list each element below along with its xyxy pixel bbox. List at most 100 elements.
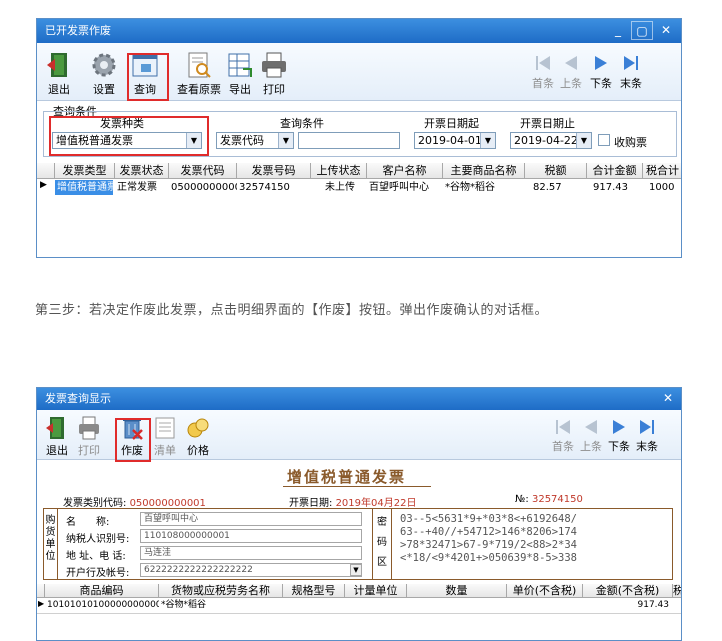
price-button[interactable]: 价格 [183, 416, 213, 458]
buyer-name-field[interactable]: 百望呼叫中心 [140, 512, 362, 526]
col-unit[interactable]: 计量单位 [345, 584, 407, 598]
invoice-number-field: №: 32574150 [515, 494, 583, 505]
date-start-label: 开票日期起 [424, 117, 479, 130]
next-arrow-icon [595, 56, 607, 70]
cell-main-product: *谷物*稻谷 [445, 182, 495, 193]
date-start-picker[interactable]: 2019-04-01 ▼ [414, 132, 496, 149]
cell-unit-price [507, 599, 583, 612]
cell-goods-name: *谷物*稻谷 [161, 600, 207, 610]
buyer-address-field[interactable]: 马连洼 [140, 546, 362, 560]
invoice-code-field: 发票类别代码: 050000000001 [63, 498, 206, 509]
col-goods-name[interactable]: 货物或应税劳务名称 [159, 584, 283, 598]
col-product-code[interactable]: 商品编码 [45, 584, 159, 598]
list-button[interactable]: 清单 [151, 416, 179, 458]
query-button-highlight [127, 53, 169, 101]
list-document-icon [155, 417, 175, 439]
col-tax[interactable]: 税 [673, 584, 681, 598]
last-arrow-icon [640, 420, 654, 434]
col-upload-status[interactable]: 上传状态 [311, 163, 367, 179]
first-arrow-icon [556, 420, 570, 434]
condition-field-select[interactable]: 发票代码 ▼ [216, 132, 294, 149]
col-unit-price[interactable]: 单价(不含税) [507, 584, 583, 598]
print-button[interactable]: 打印 [260, 51, 288, 97]
view-original-button[interactable]: 查看原票 [175, 51, 223, 97]
first-record-button[interactable]: 首条 [531, 53, 555, 91]
next-record-button[interactable]: 下条 [607, 418, 631, 454]
exit-button[interactable]: 退出 [43, 416, 71, 458]
col-invoice-code[interactable]: 发票代码 [169, 163, 237, 179]
buyer-section-label: 购货单位 [44, 509, 58, 579]
col-total-amount[interactable]: 合计金额 [587, 163, 643, 179]
close-button[interactable]: ✕ [659, 389, 677, 408]
minimize-button[interactable]: _ [607, 21, 629, 40]
printer-icon [262, 52, 286, 78]
date-end-picker[interactable]: 2019-04-22 ▼ [510, 132, 592, 149]
settings-button[interactable]: 设置 [89, 51, 119, 97]
window-title: 发票查询显示 [45, 392, 111, 405]
row-divider [37, 613, 681, 614]
condition-label: 查询条件 [280, 117, 324, 130]
col-customer-name[interactable]: 客户名称 [367, 163, 443, 179]
voided-invoice-window: 已开发票作废 _ ▢ ✕ 退出 设置 查询 查看原票 导出 打印 首条 上条 下… [36, 18, 682, 258]
exit-door-icon [46, 417, 64, 439]
row-pointer-icon: ▶ [40, 180, 47, 190]
window-titlebar: 发票查询显示 ✕ [37, 388, 681, 410]
purchase-ticket-checkbox[interactable] [598, 134, 610, 146]
chevron-down-icon[interactable]: ▼ [350, 564, 362, 576]
close-button[interactable]: ✕ [655, 21, 677, 40]
buyer-taxid-field[interactable]: 110108000000001 [140, 529, 362, 543]
cell-amount: 917.43 [637, 600, 670, 610]
cipher-label: 密码区 [372, 509, 392, 579]
col-quantity[interactable]: 数量 [407, 584, 507, 598]
prev-arrow-icon [585, 420, 597, 434]
invoice-title: 增值税普通发票 [287, 468, 407, 486]
prev-record-button[interactable]: 上条 [559, 53, 583, 91]
first-arrow-icon [536, 56, 550, 70]
window-titlebar: 已开发票作废 _ ▢ ✕ [37, 19, 681, 43]
last-record-button[interactable]: 末条 [635, 418, 659, 454]
table-row[interactable]: ▶ 10101010100000000000 *谷物*稻谷 917.43 [37, 599, 681, 612]
col-invoice-type[interactable]: 发票类型 [55, 163, 115, 179]
first-record-button[interactable]: 首条 [551, 418, 575, 454]
col-invoice-status[interactable]: 发票状态 [115, 163, 169, 179]
buyer-address-label: 地 址、电 话: [66, 551, 126, 562]
cell-invoice-number: 32574150 [239, 182, 290, 193]
col-spec[interactable]: 规格型号 [283, 584, 345, 598]
col-amount[interactable]: 金额(不含税) [583, 584, 673, 598]
cell-upload-status: 未上传 [325, 182, 355, 193]
title-underline [283, 486, 431, 487]
table-row[interactable]: ▶ 增值税普通票 正常发票 050000000001 32574150 未上传 … [37, 180, 681, 195]
price-coins-icon [187, 418, 209, 438]
buyer-bank-field[interactable]: 6222222222222222222 [140, 563, 362, 577]
invoice-query-window: 发票查询显示 ✕ 退出 打印 作废 清单 价格 首条 上条 下条 末条 增值税普… [36, 387, 682, 641]
chevron-down-icon: ▼ [480, 133, 495, 148]
exit-button[interactable]: 退出 [45, 51, 73, 97]
cell-product-code: 10101010100000000000 [47, 600, 159, 610]
step-instruction-text: 第三步：若决定作废此发票，点击明细界面的【作废】按钮。弹出作废确认的对话框。 [35, 303, 549, 318]
export-button[interactable]: 导出 [227, 51, 253, 97]
buyer-bank-label: 开户行及帐号: [66, 568, 130, 579]
col-tax-total[interactable]: 税合计 [643, 163, 681, 179]
chevron-down-icon: ▼ [278, 133, 293, 148]
cell-quantity [407, 599, 507, 612]
col-main-product[interactable]: 主要商品名称 [443, 163, 525, 179]
purchase-ticket-label: 收购票 [614, 136, 647, 149]
last-record-button[interactable]: 末条 [619, 53, 643, 91]
gear-icon [92, 53, 116, 77]
buyer-taxid-label: 纳税人识别号: [66, 534, 130, 545]
buyer-info-box: 购货单位 名 称: 百望呼叫中心 纳税人识别号: 110108000000001… [43, 508, 673, 580]
cell-invoice-type: 增值税普通票 [55, 180, 113, 195]
col-invoice-number[interactable]: 发票号码 [237, 163, 311, 179]
prev-record-button[interactable]: 上条 [579, 418, 603, 454]
print-button[interactable]: 打印 [75, 416, 103, 458]
maximize-button[interactable]: ▢ [631, 21, 653, 40]
condition-value-input[interactable] [298, 132, 400, 149]
invoice-date-field: 开票日期: 2019年04月22日 [289, 498, 417, 509]
next-record-button[interactable]: 下条 [589, 53, 613, 91]
cell-spec [283, 599, 345, 612]
prev-arrow-icon [565, 56, 577, 70]
printer-icon [79, 416, 99, 440]
grid-header: 发票类型 发票状态 发票代码 发票号码 上传状态 客户名称 主要商品名称 税额 … [37, 163, 681, 179]
col-tax-amount[interactable]: 税额 [525, 163, 587, 179]
date-end-label: 开票日期止 [520, 117, 575, 130]
